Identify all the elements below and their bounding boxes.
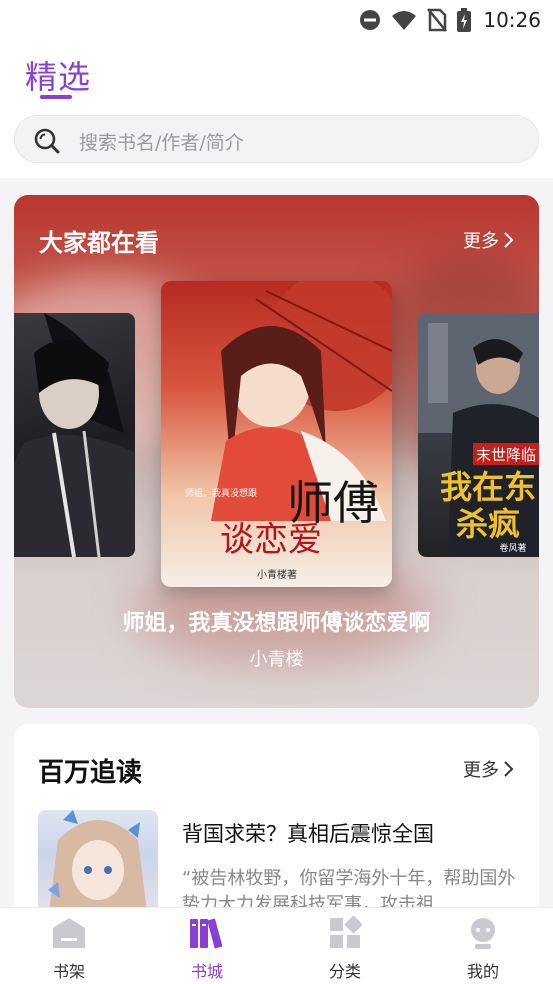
no-sim-icon xyxy=(427,8,448,32)
more-label: 更多 xyxy=(463,231,499,252)
cover-sign: 小青楼著 xyxy=(257,568,297,581)
battery-charging-icon xyxy=(457,8,472,32)
cover-art xyxy=(14,313,135,557)
cover-sign: 卷风著 xyxy=(499,542,526,554)
cover-subtitle-art: 杀疯 xyxy=(456,505,520,543)
nav-label: 分类 xyxy=(328,962,361,981)
header: 精选 搜索书名/作者/简介 xyxy=(0,40,553,178)
nav-item-bookshelf[interactable]: 书架 xyxy=(24,916,114,982)
cover-subtitle-art: 谈恋爱 xyxy=(220,520,322,560)
page-title[interactable]: 精选 xyxy=(25,52,91,98)
nav-item-category[interactable]: 分类 xyxy=(300,915,390,982)
status-bar: 10:26 xyxy=(0,0,553,40)
bookshelf-icon xyxy=(53,918,85,948)
million-section-title: 百万追读 xyxy=(38,758,143,788)
cover-art xyxy=(48,810,148,920)
book-cover-left[interactable] xyxy=(14,313,135,557)
book-title[interactable]: 背国求荣？真相后震惊全国 xyxy=(182,818,434,848)
search-icon xyxy=(34,128,60,154)
book-cover[interactable] xyxy=(38,810,158,920)
nav-label: 我的 xyxy=(466,962,499,981)
featured-book-author: 小青楼 xyxy=(249,649,304,670)
title-underline xyxy=(40,95,72,99)
search-placeholder: 搜索书名/作者/简介 xyxy=(79,132,244,154)
featured-book-title[interactable]: 师姐，我真没想跟师傅谈恋爱啊 xyxy=(14,605,539,637)
search-input[interactable]: 搜索书名/作者/简介 xyxy=(14,115,539,163)
category-icon xyxy=(330,915,363,948)
wifi-icon xyxy=(392,11,417,30)
bottom-nav: 书架 书城 分类 我的 xyxy=(0,907,553,984)
cover-art: 末世降临 我在东 杀疯 卷风著 xyxy=(418,313,539,557)
status-time: 10:26 xyxy=(483,8,541,32)
status-icons: 10:26 xyxy=(359,6,541,34)
nav-label: 书城 xyxy=(190,962,223,981)
million-more-button[interactable]: 更多 xyxy=(463,756,515,782)
chevron-right-icon xyxy=(504,761,514,777)
hot-more-button[interactable]: 更多 xyxy=(463,227,515,253)
nav-item-bookstore[interactable]: 书城 xyxy=(162,916,252,982)
cover-art: 师傅 谈恋爱 师姐，我真没想跟 小青楼著 xyxy=(185,281,392,581)
bookstore-icon xyxy=(190,918,223,949)
nav-item-profile[interactable]: 我的 xyxy=(438,916,528,982)
nav-label: 书架 xyxy=(52,962,85,981)
book-cover-right[interactable]: 末世降临 我在东 杀疯 卷风著 xyxy=(418,313,539,557)
profile-icon xyxy=(471,918,495,949)
more-label: 更多 xyxy=(463,760,499,781)
book-cover-featured[interactable]: 师傅 谈恋爱 师姐，我真没想跟 小青楼著 xyxy=(161,281,392,587)
hot-section-title: 大家都在看 xyxy=(39,229,159,257)
chevron-right-icon xyxy=(504,232,514,248)
cover-tagline: 师姐，我真没想跟 xyxy=(185,487,257,499)
cover-title-art: 我在东 xyxy=(440,468,536,506)
do-not-disturb-icon xyxy=(360,10,381,30)
hot-section: 大家都在看 更多 师傅 谈恋爱 师姐，我真没想跟 小青楼著 末世降临 我在东 杀… xyxy=(14,195,539,708)
cover-banner: 末世降临 xyxy=(476,446,536,464)
